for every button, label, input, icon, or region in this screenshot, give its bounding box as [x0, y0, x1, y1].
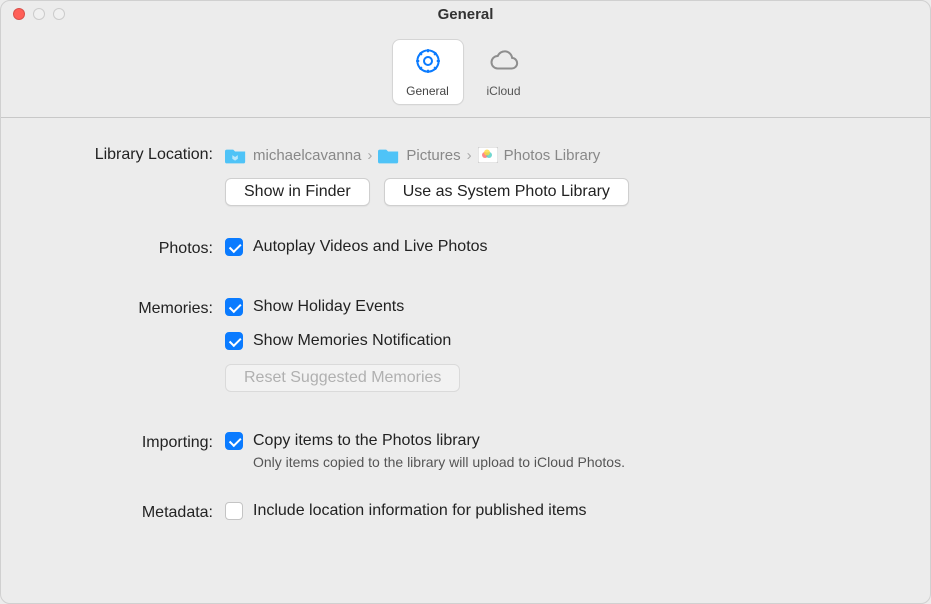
- checkbox-copy-items-label: Copy items to the Photos library: [253, 432, 480, 450]
- path-library: Photos Library: [504, 147, 601, 164]
- copy-items-hint: Only items copied to the library will up…: [253, 454, 625, 470]
- label-metadata: Metadata:: [29, 502, 213, 522]
- gear-icon: [413, 46, 443, 81]
- checkbox-autoplay[interactable]: [225, 238, 243, 256]
- checkbox-copy-items[interactable]: [225, 432, 243, 450]
- checkbox-include-location[interactable]: [225, 502, 243, 520]
- checkbox-holiday-events[interactable]: [225, 298, 243, 316]
- window-title: General: [1, 6, 930, 23]
- checkbox-include-location-label: Include location information for publish…: [253, 502, 587, 520]
- path-pictures: Pictures: [406, 147, 460, 164]
- chevron-right-icon: ›: [467, 147, 472, 164]
- label-importing: Importing:: [29, 432, 213, 452]
- tab-icloud[interactable]: iCloud: [468, 39, 540, 105]
- label-photos: Photos:: [29, 238, 213, 258]
- titlebar: General: [1, 1, 930, 27]
- cloud-icon: [489, 46, 519, 81]
- reset-suggested-memories-button: Reset Suggested Memories: [225, 364, 460, 392]
- checkbox-autoplay-label: Autoplay Videos and Live Photos: [253, 238, 488, 256]
- use-as-system-button[interactable]: Use as System Photo Library: [384, 178, 629, 206]
- home-folder-icon: [225, 146, 247, 164]
- checkbox-memories-notification-label: Show Memories Notification: [253, 332, 451, 350]
- show-in-finder-button[interactable]: Show in Finder: [225, 178, 370, 206]
- label-library-location: Library Location:: [29, 144, 213, 164]
- folder-icon: [378, 146, 400, 164]
- chevron-right-icon: ›: [367, 147, 372, 164]
- photos-library-icon: [478, 147, 498, 163]
- preferences-window: General General iCloud Librar: [0, 0, 931, 604]
- label-memories: Memories:: [29, 298, 213, 318]
- checkbox-holiday-events-label: Show Holiday Events: [253, 298, 404, 316]
- toolbar: General iCloud: [1, 27, 930, 118]
- tab-general-label: General: [406, 84, 449, 98]
- checkbox-memories-notification[interactable]: [225, 332, 243, 350]
- tab-icloud-label: iCloud: [486, 84, 520, 98]
- content: Library Location: michaelcavanna › Pictu…: [1, 118, 930, 550]
- tab-general[interactable]: General: [392, 39, 464, 105]
- path-user: michaelcavanna: [253, 147, 361, 164]
- library-path: michaelcavanna › Pictures › Photos Libra…: [225, 144, 600, 164]
